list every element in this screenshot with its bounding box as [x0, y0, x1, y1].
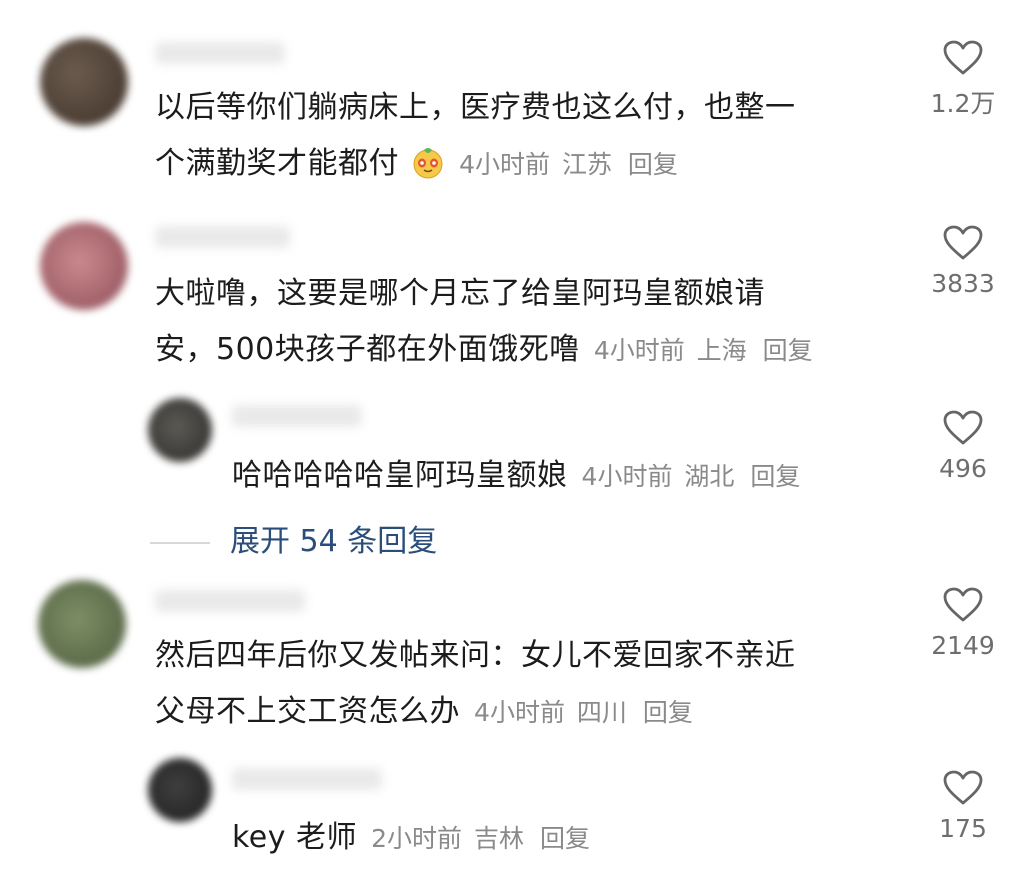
like-count: 2149	[931, 631, 995, 660]
like-count: 1.2万	[930, 89, 996, 118]
username-blurred[interactable]	[232, 405, 362, 427]
username-blurred[interactable]	[155, 226, 290, 248]
reply-button[interactable]: 回复	[750, 462, 800, 491]
username-blurred[interactable]	[155, 42, 285, 64]
comment-time: 4小时前	[581, 462, 673, 491]
comment-text-line-2: 个满勤奖才能都付	[155, 146, 399, 181]
comment-text: 然后四年后你又发帖来问：女儿不爱回家不亲近 父母不上交工资怎么办 4小时前 四川…	[155, 628, 895, 741]
comment-location: 湖北	[684, 462, 735, 491]
pudding-face-emoji	[413, 148, 443, 179]
like-count: 3833	[931, 269, 995, 298]
comment-text-line: 安，500块孩子都在外面饿死噜 4小时前 上海 回复	[155, 322, 895, 379]
avatar[interactable]	[148, 398, 212, 462]
expand-divider	[150, 542, 210, 544]
reply-button[interactable]: 回复	[540, 824, 590, 853]
comment-time: 4小时前	[459, 150, 550, 179]
reply-text: 哈哈哈哈哈皇阿玛皇额娘 4小时前 湖北 回复	[232, 448, 892, 505]
comment-meta: 4小时前 江苏 回复	[455, 150, 678, 179]
reply-text: key 老师 2小时前 吉林 回复	[232, 810, 892, 867]
comment-meta: 4小时前 湖北 回复	[578, 462, 801, 491]
like-button[interactable]: 175	[918, 770, 1008, 843]
comment-time: 4小时前	[474, 698, 565, 727]
heart-outline-icon	[943, 410, 983, 445]
reply-button[interactable]: 回复	[643, 698, 693, 727]
like-button[interactable]: 496	[918, 410, 1008, 483]
like-button[interactable]: 2149	[918, 587, 1008, 660]
comment-text-line: 以后等你们躺病床上，医疗费也这么付，也整一	[155, 90, 796, 125]
heart-outline-icon	[943, 40, 983, 75]
comment-location: 四川	[576, 698, 627, 727]
comment-location: 上海	[696, 336, 747, 365]
comment-location: 江苏	[561, 150, 612, 179]
comment-text-line: 父母不上交工资怎么办 4小时前 四川 回复	[155, 684, 895, 741]
like-button[interactable]: 3833	[918, 225, 1008, 298]
comment-location: 吉林	[473, 824, 524, 853]
reply-text-content: key 老师	[232, 820, 358, 855]
heart-outline-icon	[943, 587, 983, 622]
like-count: 496	[939, 454, 987, 483]
comment-meta: 2小时前 吉林 回复	[367, 824, 590, 853]
expand-replies-button[interactable]: 展开 54 条回复	[230, 520, 437, 564]
comment-meta: 4小时前 四川 回复	[470, 698, 693, 727]
like-count: 175	[939, 814, 987, 843]
reply-text-content: 哈哈哈哈哈皇阿玛皇额娘	[232, 458, 568, 493]
reply-button[interactable]: 回复	[763, 336, 813, 365]
comment-text-line: 大啦噜，这要是哪个月忘了给皇阿玛皇额娘请	[155, 276, 765, 311]
reply-button[interactable]: 回复	[628, 150, 678, 179]
comment-text-line-2: 父母不上交工资怎么办	[155, 694, 460, 729]
comment-text: 以后等你们躺病床上，医疗费也这么付，也整一 个满勤奖才能都付 4小时前 江苏 回…	[155, 80, 885, 193]
comment-text-line: 个满勤奖才能都付 4小时前 江苏 回复	[155, 136, 885, 193]
avatar[interactable]	[148, 758, 212, 822]
heart-outline-icon	[943, 770, 983, 805]
comment-time: 4小时前	[593, 336, 685, 365]
comment-time: 2小时前	[371, 824, 463, 853]
comment-text-line: 然后四年后你又发帖来问：女儿不爱回家不亲近	[155, 638, 796, 673]
username-blurred[interactable]	[155, 590, 305, 612]
avatar[interactable]	[40, 38, 128, 126]
heart-outline-icon	[943, 225, 983, 260]
like-button[interactable]: 1.2万	[918, 40, 1008, 120]
username-blurred[interactable]	[232, 768, 382, 790]
comment-text-line-2: 安，500块孩子都在外面饿死噜	[155, 332, 580, 367]
comment-text: 大啦噜，这要是哪个月忘了给皇阿玛皇额娘请 安，500块孩子都在外面饿死噜 4小时…	[155, 266, 895, 379]
avatar[interactable]	[40, 222, 128, 310]
avatar[interactable]	[38, 580, 126, 668]
comment-meta: 4小时前 上海 回复	[590, 336, 813, 365]
